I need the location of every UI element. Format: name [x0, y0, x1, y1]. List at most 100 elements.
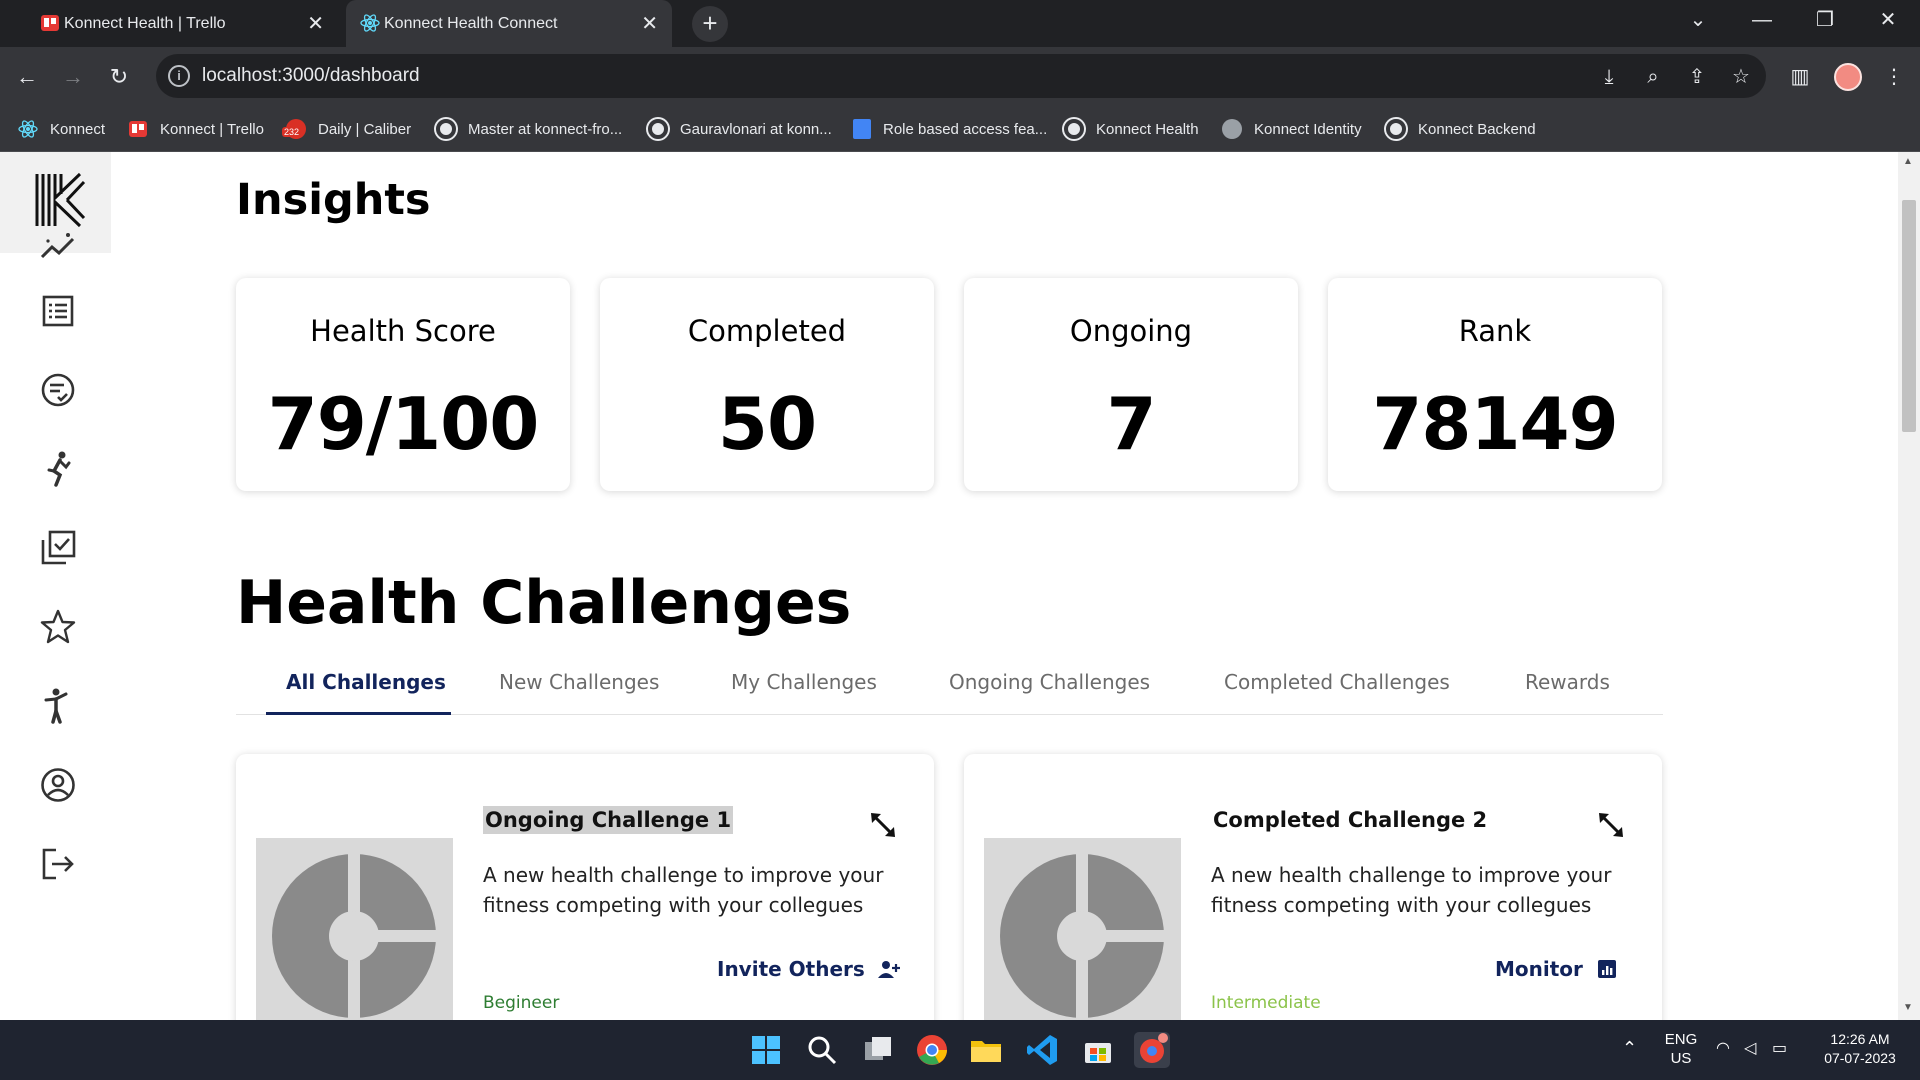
chrome-active-icon[interactable]	[1134, 1032, 1170, 1068]
windows-start-icon[interactable]	[748, 1032, 784, 1068]
tab-my-challenges[interactable]: My Challenges	[731, 670, 877, 694]
tray-chevron-up-icon[interactable]: ⌃	[1622, 1038, 1637, 1059]
bookmark-trello[interactable]: Konnect | Trello	[128, 117, 264, 141]
page-scrollbar[interactable]: ▲ ▼	[1898, 152, 1920, 1020]
wifi-icon[interactable]: ◠	[1716, 1038, 1730, 1058]
bookmark-docs-role[interactable]: Role based access fea...	[853, 117, 1047, 141]
address-bar-url[interactable]: localhost:3000/dashboard	[202, 65, 420, 87]
sidebar-item-rewards[interactable]	[38, 607, 78, 647]
github-icon	[436, 119, 456, 139]
sidebar-item-insights[interactable]	[38, 227, 78, 267]
scroll-up-arrow-icon[interactable]: ▲	[1903, 156, 1913, 167]
page-title: Insights	[236, 175, 431, 225]
sidebar	[0, 152, 111, 1020]
github-icon	[1064, 119, 1084, 139]
tab-completed-challenges[interactable]: Completed Challenges	[1224, 670, 1450, 694]
monitor-button[interactable]: Monitor	[1495, 957, 1619, 981]
tab-ongoing-challenges[interactable]: Ongoing Challenges	[949, 670, 1150, 694]
back-arrow-icon[interactable]: ←	[12, 62, 42, 92]
tab-search-chevron-icon[interactable]: ⌄	[1668, 0, 1728, 42]
vscode-icon[interactable]	[1024, 1032, 1060, 1068]
language-indicator[interactable]: ENG US	[1664, 1030, 1698, 1068]
challenge-image	[256, 838, 453, 1020]
tab-new-challenges[interactable]: New Challenges	[499, 670, 659, 694]
stat-card-rank: Rank 78149	[1328, 278, 1662, 491]
bookmark-caliber[interactable]: 232 Daily | Caliber	[282, 117, 412, 141]
challenge-description: A new health challenge to improve your f…	[483, 863, 884, 917]
react-icon	[18, 120, 38, 138]
scroll-down-arrow-icon[interactable]: ▼	[1903, 1002, 1913, 1013]
clock[interactable]: 12:26 AM 07-07-2023	[1810, 1030, 1910, 1068]
stat-label: Completed	[687, 314, 847, 348]
sidebar-item-tasks[interactable]	[38, 370, 78, 410]
bookmark-konnect-health[interactable]: Konnect Health	[1064, 117, 1199, 141]
profile-avatar[interactable]	[1834, 63, 1862, 91]
add-person-icon	[877, 961, 900, 978]
close-window-icon[interactable]: ✕	[1858, 0, 1918, 42]
battery-icon[interactable]: ▭	[1772, 1038, 1787, 1058]
sidebar-item-fitness[interactable]	[38, 686, 78, 726]
browser-menu-icon[interactable]: ⋮	[1880, 63, 1908, 91]
github-icon	[1386, 119, 1406, 139]
bookmark-label: Daily | Caliber	[318, 120, 412, 138]
forward-arrow-icon[interactable]: →	[58, 62, 88, 92]
site-info-icon[interactable]: i	[168, 65, 190, 87]
store-icon[interactable]	[1080, 1032, 1116, 1068]
sidebar-item-list[interactable]	[38, 291, 78, 331]
file-explorer-icon[interactable]	[968, 1032, 1004, 1068]
bookmark-konnect-identity[interactable]: Konnect Identity	[1222, 117, 1362, 141]
challenge-title[interactable]: Ongoing Challenge 1	[483, 806, 734, 834]
language-code: ENG	[1664, 1031, 1698, 1048]
tab-rewards[interactable]: Rewards	[1525, 670, 1610, 694]
expand-icon[interactable]	[868, 810, 898, 840]
sidebar-item-activity[interactable]	[38, 449, 78, 489]
stat-value: 7	[1106, 382, 1156, 466]
chrome-icon[interactable]	[914, 1032, 950, 1068]
sidebar-item-logout[interactable]	[38, 844, 78, 884]
minimize-window-icon[interactable]: —	[1732, 0, 1792, 42]
logout-icon	[42, 848, 74, 880]
bookmark-label: Konnect Identity	[1254, 120, 1362, 138]
bookmark-github-gauravlonari[interactable]: Gauravlonari at konn...	[648, 117, 832, 141]
action-label: Monitor	[1495, 957, 1583, 981]
challenge-card[interactable]: Completed Challenge 2 A new health chall…	[964, 754, 1662, 1020]
bookmark-konnect[interactable]: Konnect	[18, 117, 105, 141]
restore-window-icon[interactable]: ❐	[1795, 0, 1855, 42]
share-icon[interactable]: ⇪	[1684, 64, 1710, 90]
invite-others-button[interactable]: Invite Others	[717, 957, 901, 981]
task-view-icon[interactable]	[860, 1032, 896, 1068]
bookmark-star-icon[interactable]: ☆	[1728, 64, 1754, 90]
browser-tab-konnect[interactable]: Konnect Health Connect ✕	[346, 0, 672, 47]
expand-icon[interactable]	[1596, 810, 1626, 840]
side-panel-icon[interactable]: ▥	[1786, 63, 1814, 91]
sidebar-item-completed[interactable]	[38, 528, 78, 568]
close-tab-icon[interactable]: ✕	[641, 11, 658, 36]
checklist-icon	[41, 373, 75, 407]
address-bar[interactable]: i localhost:3000/dashboard ⤓ ⌕ ⇪ ☆	[156, 54, 1766, 98]
browser-tab-title: Konnect Health | Trello	[64, 14, 226, 32]
reload-icon[interactable]: ↻	[104, 62, 134, 92]
tab-all-challenges[interactable]: All Challenges	[286, 670, 446, 694]
bookmark-github-master[interactable]: Master at konnect-fro...	[436, 117, 622, 141]
react-favicon-icon	[360, 14, 380, 32]
browser-toolbar: ← → ↻ i localhost:3000/dashboard ⤓ ⌕ ⇪ ☆…	[0, 47, 1920, 106]
action-label: Invite Others	[717, 957, 865, 981]
challenge-card[interactable]: Ongoing Challenge 1 A new health challen…	[236, 754, 934, 1020]
challenge-title[interactable]: Completed Challenge 2	[1211, 806, 1489, 834]
bookmark-label: Master at konnect-fro...	[468, 120, 623, 138]
browser-tab-trello[interactable]: Konnect Health | Trello ✕	[26, 0, 338, 47]
volume-icon[interactable]: ◁	[1744, 1038, 1756, 1058]
install-app-icon[interactable]: ⤓	[1596, 64, 1622, 90]
scroll-thumb[interactable]	[1902, 200, 1916, 432]
stat-value: 79/100	[267, 382, 540, 466]
clock-date: 07-07-2023	[1824, 1050, 1896, 1066]
challenge-placeholder-icon	[272, 848, 444, 1020]
bookmark-konnect-backend[interactable]: Konnect Backend	[1386, 117, 1536, 141]
challenge-description: A new health challenge to improve your f…	[1211, 863, 1612, 917]
zoom-icon[interactable]: ⌕	[1640, 64, 1666, 90]
close-tab-icon[interactable]: ✕	[307, 11, 324, 36]
new-tab-button[interactable]: +	[692, 6, 728, 42]
sidebar-item-profile[interactable]	[38, 765, 78, 805]
caliber-icon: 232	[282, 119, 306, 139]
search-icon[interactable]	[804, 1032, 840, 1068]
